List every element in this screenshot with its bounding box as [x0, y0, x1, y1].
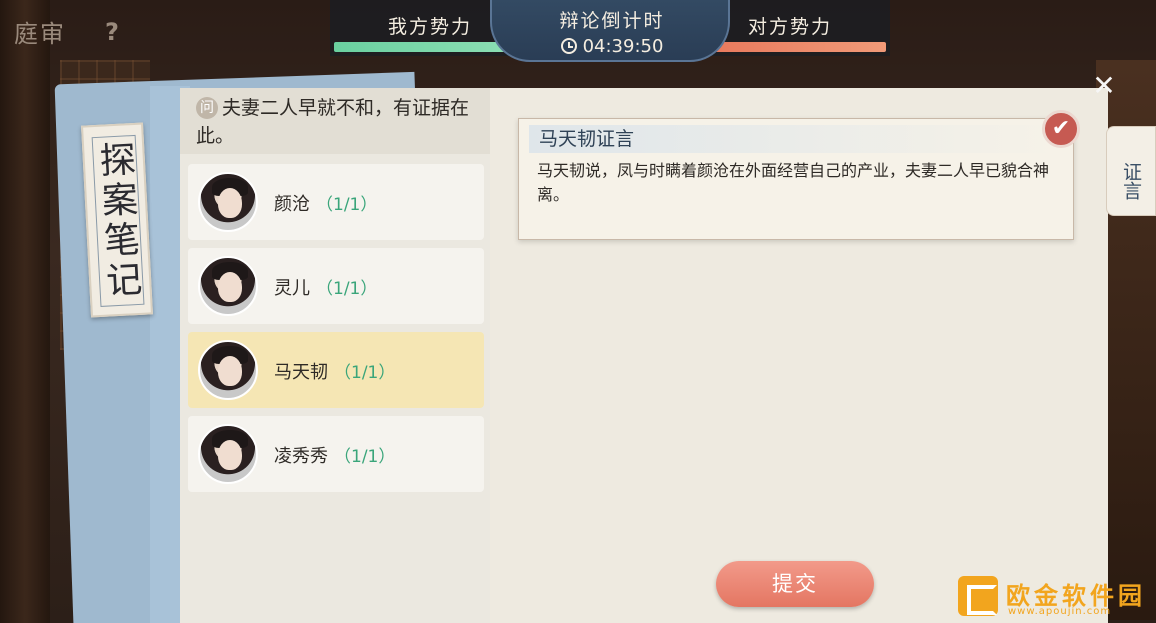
character-item-linger[interactable]: 灵儿 （1/1） — [188, 248, 484, 324]
case-notebook-label: 探案笔记 — [91, 134, 145, 307]
countdown-panel: 辩论倒计时 04:39:50 — [490, 0, 730, 62]
character-item-yancang[interactable]: 颜沧 （1/1） — [188, 164, 484, 240]
countdown-row: 04:39:50 — [492, 36, 732, 57]
countdown-time: 04:39:50 — [582, 36, 664, 57]
character-name: 马天韧 — [274, 362, 328, 383]
avatar — [198, 424, 258, 484]
close-icon[interactable]: ✕ — [1090, 72, 1118, 100]
character-name: 灵儿 — [274, 278, 310, 299]
avatar — [198, 256, 258, 316]
watermark-url: www.apoujin.com — [1008, 606, 1112, 617]
character-name: 凌秀秀 — [274, 446, 328, 467]
character-count: （1/1） — [316, 279, 378, 299]
character-name: 颜沧 — [274, 194, 310, 215]
help-icon[interactable]: ? — [100, 18, 124, 46]
avatar — [198, 340, 258, 400]
case-notebook-tab[interactable]: 探案笔记 — [81, 122, 153, 318]
question-badge: 问 — [196, 97, 218, 119]
submit-button[interactable]: 提交 — [716, 561, 874, 607]
character-list: 颜沧 （1/1） 灵儿 （1/1） 马天韧 （1/1） 凌秀秀 （1/1） — [188, 164, 484, 500]
character-count: （1/1） — [334, 363, 396, 383]
clock-icon — [560, 38, 577, 54]
testimony-card[interactable]: 马天韧证言 马天韧说，凤与时瞒着颜沧在外面经营自己的产业，夫妻二人早已貌合神离。 — [518, 118, 1074, 240]
character-count: （1/1） — [334, 447, 396, 467]
testimony-title: 马天韧证言 — [529, 125, 1059, 153]
character-item-matianren[interactable]: 马天韧 （1/1） — [188, 332, 484, 408]
avatar — [198, 172, 258, 232]
question-box: 问夫妻二人早就不和，有证据在此。 — [180, 88, 490, 154]
watermark-logo-icon — [958, 576, 998, 616]
page-title: 庭审 — [14, 20, 66, 48]
character-item-lingxiuxiu[interactable]: 凌秀秀 （1/1） — [188, 416, 484, 492]
tab-testimony[interactable]: 证言 — [1106, 126, 1156, 216]
watermark: 欧金软件园 www.apoujin.com — [958, 576, 1154, 620]
debate-hud: 我方势力 对方势力 辩论倒计时 04:39:50 — [330, 0, 890, 62]
question-text: 夫妻二人早就不和，有证据在此。 — [196, 97, 470, 147]
check-icon[interactable]: ✔ — [1042, 110, 1080, 148]
testimony-text: 马天韧说，凤与时瞒着颜沧在外面经营自己的产业，夫妻二人早已貌合神离。 — [537, 161, 1050, 204]
countdown-label: 辩论倒计时 — [559, 10, 665, 32]
character-panel: 问夫妻二人早就不和，有证据在此。 颜沧 （1/1） 灵儿 （1/1） 马天韧 （1/1… — [180, 88, 490, 623]
character-count: （1/1） — [316, 195, 378, 215]
background-pillar — [0, 0, 50, 623]
